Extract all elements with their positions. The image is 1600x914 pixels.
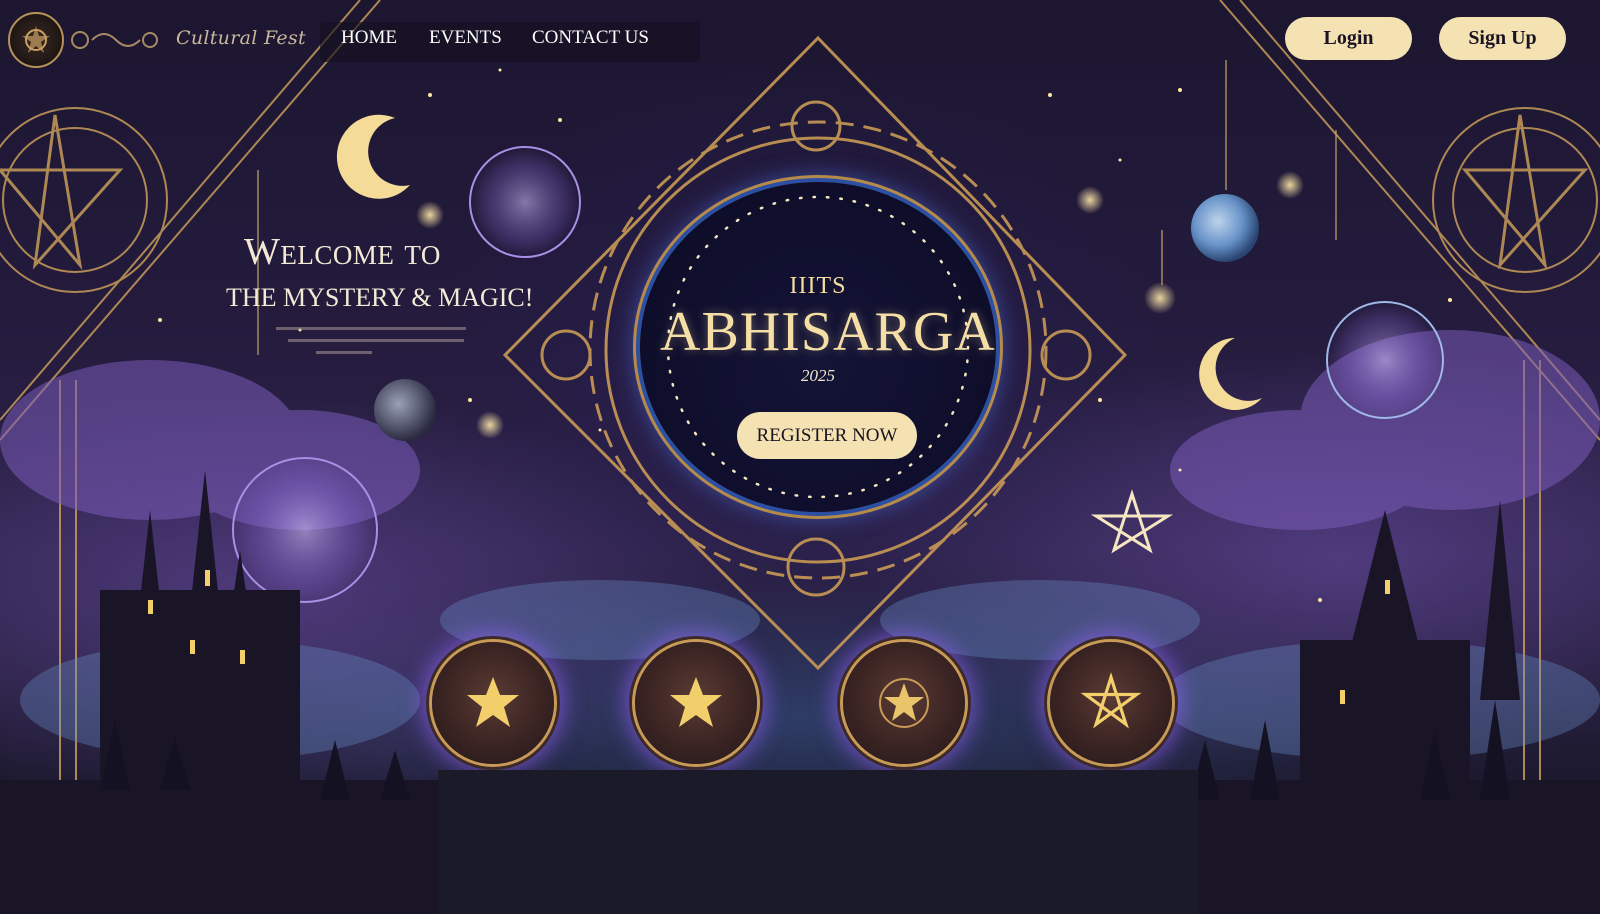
- footer-dark-band: [438, 770, 1198, 914]
- decorative-divider: [276, 327, 466, 330]
- welcome-subheading: THE MYSTERY & MAGIC!: [226, 283, 534, 312]
- hero-title: ABHISARGA: [660, 301, 996, 363]
- event-coin-1[interactable]: [432, 642, 554, 764]
- logo-ornament-icon: [71, 31, 158, 49]
- pentagram-icon: [1080, 672, 1142, 729]
- event-coin-3[interactable]: [843, 642, 965, 764]
- star-emblem-icon: [879, 678, 929, 728]
- register-now-button[interactable]: REGISTER NOW: [737, 412, 917, 459]
- event-coin-4[interactable]: [1050, 642, 1172, 764]
- nav-home-link[interactable]: HOME: [341, 27, 397, 49]
- hero-year: 2025: [801, 366, 835, 385]
- signup-button[interactable]: Sign Up: [1439, 17, 1566, 60]
- decorative-divider: [288, 339, 464, 342]
- welcome-heading: Welcome to: [244, 231, 441, 273]
- nav-events-link[interactable]: EVENTS: [429, 27, 502, 49]
- nav-contact-link[interactable]: CONTACT US: [532, 27, 649, 49]
- hero-org-label: IIITS: [789, 273, 847, 299]
- star-icon: [670, 677, 722, 727]
- event-coin-2[interactable]: [635, 642, 757, 764]
- star-icon: [467, 677, 519, 727]
- decorative-divider: [316, 351, 372, 354]
- top-navbar: Cultural Fest HOME EVENTS CONTACT US Log…: [0, 0, 1600, 80]
- fest-logo[interactable]: [8, 12, 64, 68]
- brand-name: Cultural Fest: [176, 27, 306, 49]
- login-button[interactable]: Login: [1285, 17, 1412, 60]
- sun-emblem-icon: [22, 26, 50, 53]
